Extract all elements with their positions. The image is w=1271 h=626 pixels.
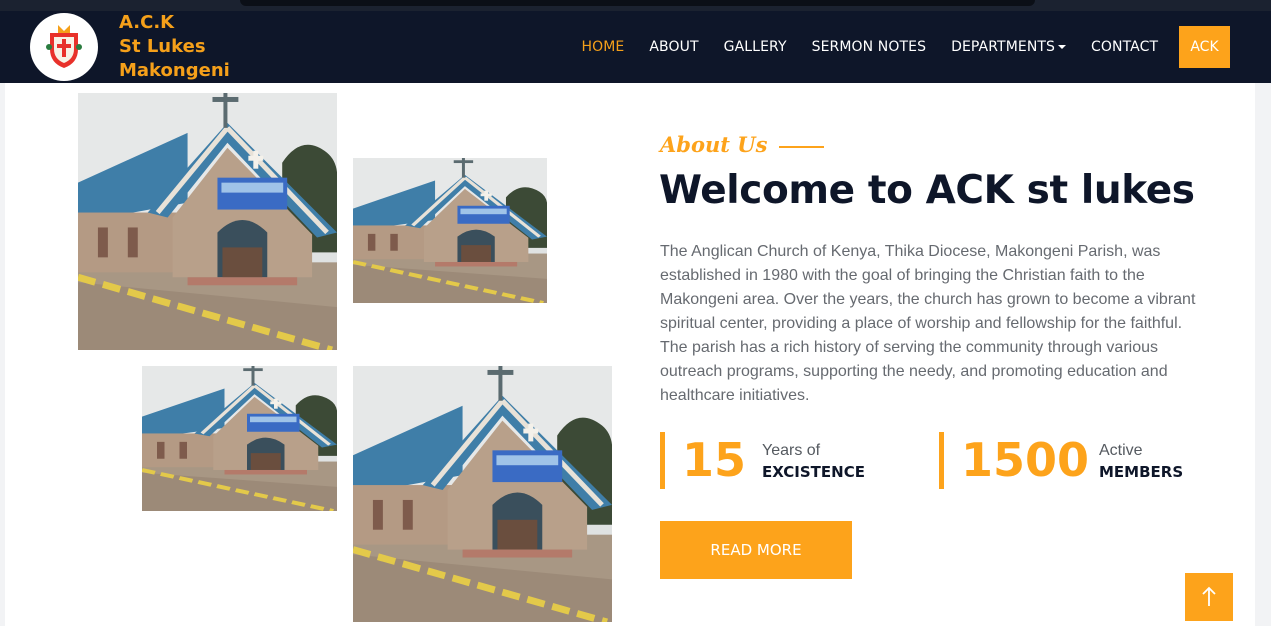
church-photo-small-2 — [142, 366, 337, 511]
church-photo-small-1 — [353, 158, 547, 303]
church-crest-icon — [46, 25, 82, 68]
about-subtitle-text: About Us — [660, 132, 768, 157]
stat-years-label: Years of EXCISTENCE — [762, 441, 865, 483]
stat-years-number: 15 — [682, 433, 747, 487]
nav-contact[interactable]: CONTACT — [1079, 39, 1171, 55]
nav-about[interactable]: ABOUT — [637, 39, 711, 55]
nav-sermon-notes[interactable]: SERMON NOTES — [799, 39, 938, 55]
brand-line-1: A.C.K — [119, 12, 175, 33]
stat-members-number: 1500 — [961, 433, 1090, 487]
church-photo-large-1 — [78, 93, 337, 350]
brand-line-2: St Lukes — [119, 36, 206, 57]
stat-members: 1500 Active MEMBERS — [939, 432, 1199, 489]
stat-members-label-top: Active — [1099, 442, 1143, 459]
brand-line-3: Makongeni — [119, 60, 230, 81]
about-subtitle: About Us — [660, 132, 825, 157]
brand-name[interactable]: A.C.K St Lukes Makongeni — [119, 11, 259, 83]
church-photo-large-2 — [353, 366, 612, 622]
ack-button[interactable]: ACK — [1179, 26, 1230, 68]
site-logo[interactable] — [30, 13, 98, 81]
address-bar[interactable] — [240, 0, 1035, 6]
nav-gallery[interactable]: GALLERY — [711, 39, 799, 55]
about-title: Welcome to ACK st lukes — [659, 168, 1195, 213]
stat-years-label-bottom: EXCISTENCE — [762, 463, 865, 481]
stat-years: 15 Years of EXCISTENCE — [660, 432, 920, 489]
read-more-button[interactable]: READ MORE — [660, 521, 852, 579]
back-to-top-button[interactable] — [1185, 573, 1233, 621]
about-paragraph: The Anglican Church of Kenya, Thika Dioc… — [660, 243, 1196, 404]
nav-departments-dropdown[interactable]: DEPARTMENTS — [939, 39, 1079, 55]
arrow-up-icon — [1202, 586, 1216, 606]
stat-years-label-top: Years of — [762, 442, 821, 459]
site-navbar: A.C.K St Lukes Makongeni HOME ABOUT GALL… — [0, 11, 1271, 83]
nav-departments-label: DEPARTMENTS — [951, 39, 1056, 55]
caret-down-icon — [1058, 45, 1067, 49]
subtitle-divider — [779, 145, 825, 148]
main-nav: HOME ABOUT GALLERY SERMON NOTES DEPARTME… — [569, 11, 1171, 83]
browser-top-strip — [0, 0, 1271, 11]
stat-members-label: Active MEMBERS — [1099, 441, 1183, 483]
nav-home[interactable]: HOME — [569, 39, 637, 55]
stat-members-label-bottom: MEMBERS — [1099, 463, 1184, 481]
